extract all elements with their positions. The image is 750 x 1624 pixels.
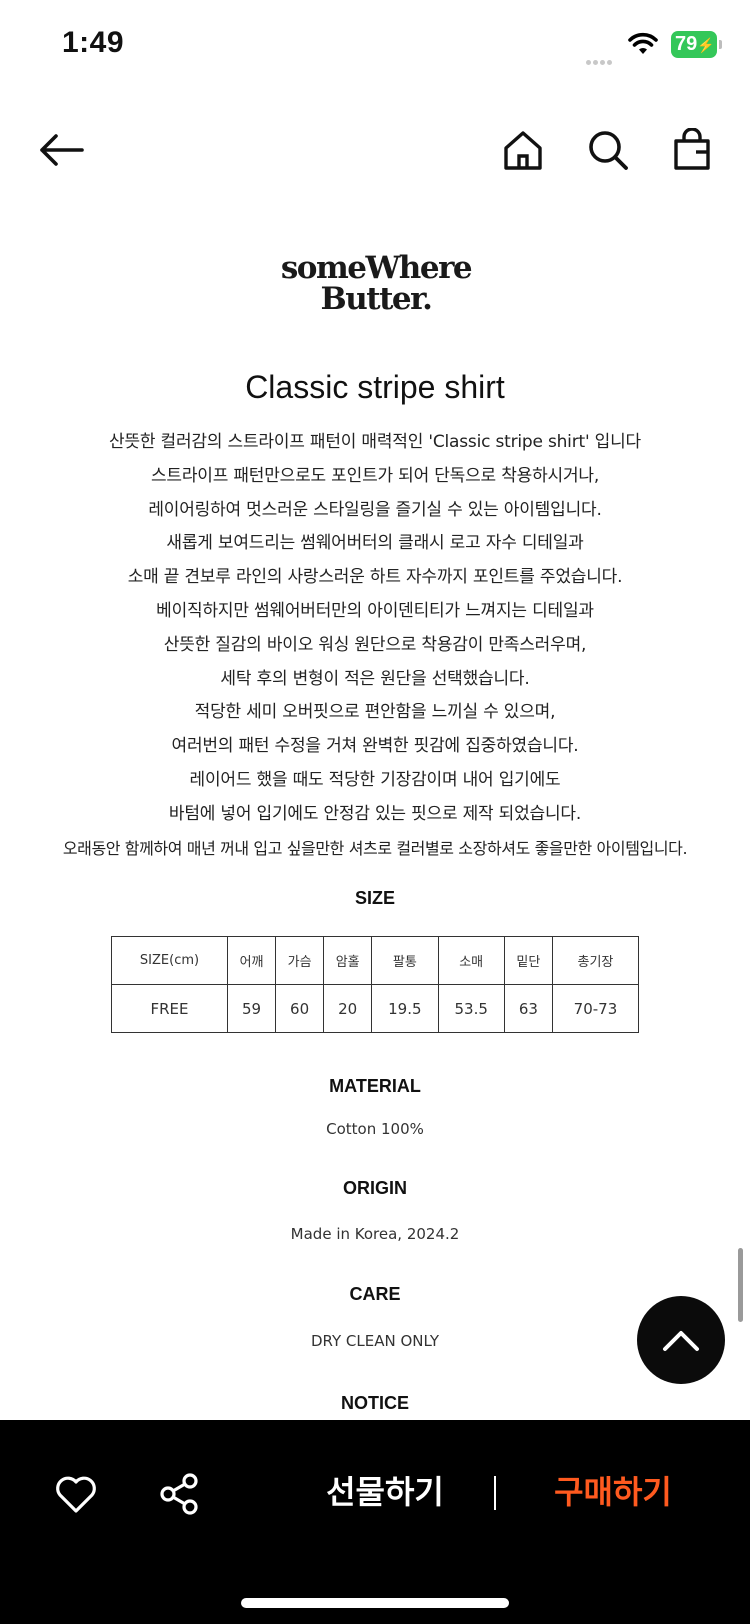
size-table-header: 암홀 [323,936,373,985]
home-icon [504,131,542,170]
description-line: 소매 끝 견보루 라인의 사랑스러운 하트 자수까지 포인트를 주었습니다. [127,567,623,588]
battery-tip [719,40,722,49]
size-table-cell: 59 [227,984,277,1033]
home-button[interactable] [493,120,553,180]
size-table-header: 팔통 [371,936,439,985]
size-table-header: 가슴 [275,936,325,985]
size-heading: SIZE [354,888,395,908]
top-nav [0,110,750,190]
share-button[interactable] [153,1468,205,1520]
origin-heading: ORIGIN [342,1178,407,1198]
size-table-cell: 53.5 [437,984,505,1033]
like-button[interactable] [50,1468,102,1520]
back-button[interactable] [32,120,92,180]
description-line: 베이직하지만 썸웨어버터만의 아이덴티티가 느껴지는 디테일과 [156,600,594,621]
size-table-cell: 70-73 [551,984,640,1033]
size-table-cell: 60 [275,984,325,1033]
back-arrow-icon [40,134,84,166]
signal-dots-icon [586,50,614,69]
care-heading: CARE [349,1284,401,1304]
size-table-cell: 20 [323,984,373,1033]
heart-icon [56,1476,96,1513]
search-button[interactable] [578,120,638,180]
material-value: Cotton 100% [326,1120,424,1138]
size-table-row: FREE 59 60 20 19.5 53.5 63 70-73 [110,984,640,1033]
description-line: 산뜻한 질감의 바이오 워싱 원단으로 착용감이 만족스러우며, [163,634,587,655]
brand-logo-line2: Butter. [320,281,433,317]
product-description: 산뜻한 컬러감의 스트라이프 패턴이 매력적인 'Classic stripe … [0,426,750,865]
description-line: 세탁 후의 변형이 적은 원단을 선택했습니다. [220,668,530,689]
size-table-header: 밑단 [503,936,553,985]
bottom-action-bar: 선물하기 구매하기 [0,1420,750,1624]
size-table-header: 소매 [437,936,505,985]
brand-logo: someWhere Butter. [270,252,482,324]
size-table-header: 총기장 [551,936,640,985]
description-line: 적당한 세미 오버핏으로 편안함을 느끼실 수 있으며, [194,702,556,723]
share-icon [160,1473,198,1515]
description-line: 레이어링하여 멋스러운 스타일링을 즐기실 수 있는 아이템입니다. [148,499,602,520]
action-divider [494,1476,496,1510]
origin-value: Made in Korea, 2024.2 [290,1225,460,1243]
size-table-header: SIZE(cm) [110,936,229,985]
chevron-up-icon [663,1331,699,1351]
notice-heading: NOTICE [340,1393,409,1413]
buy-button[interactable]: 구매하기 [528,1462,698,1522]
scroll-to-top-button[interactable] [637,1296,725,1384]
status-bar: 1:49 79⚡ [0,0,750,92]
description-line: 레이어드 했을 때도 적당한 기장감이며 내어 입기에도 [189,769,561,790]
description-line: 여러번의 패턴 수정을 거쳐 완벽한 핏감에 집중하였습니다. [171,736,579,757]
cart-button[interactable] [662,120,722,180]
home-indicator[interactable] [241,1598,509,1608]
description-line: 오래동안 함께하여 매년 꺼내 입고 싶을만한 셔츠로 컬러별로 소장하셔도 좋… [62,838,688,858]
description-line: 스트라이프 패턴만으로도 포인트가 되어 단독으로 착용하시거나, [150,465,600,486]
description-line: 산뜻한 컬러감의 스트라이프 패턴이 매력적인 'Classic stripe … [109,432,641,452]
size-table-cell: 63 [503,984,553,1033]
product-title: Classic stripe shirt [245,369,505,405]
size-table-cell: FREE [110,984,229,1033]
brand-logo-line1: someWhere [280,250,473,286]
description-line: 바텀에 넣어 입기에도 안정감 있는 핏으로 제작 되었습니다. [168,803,582,824]
size-table: SIZE(cm) 어깨 가슴 암홀 팔통 소매 밑단 총기장 FREE 59 6… [110,936,640,1033]
shopping-bag-icon [674,128,710,170]
battery-level: 79 [675,33,698,55]
battery-indicator: 79⚡ [671,31,717,58]
wifi-icon [628,32,658,54]
page-scrollbar[interactable] [738,1248,743,1322]
search-icon [589,131,628,170]
description-line: 새롭게 보여드리는 썸웨어버터의 클래시 로고 자수 디테일과 [166,533,584,554]
material-heading: MATERIAL [329,1076,421,1096]
size-table-header-row: SIZE(cm) 어깨 가슴 암홀 팔통 소매 밑단 총기장 [110,936,640,985]
status-time: 1:49 [62,26,125,59]
size-table-header: 어깨 [227,936,277,985]
gift-button[interactable]: 선물하기 [300,1462,470,1522]
size-table-cell: 19.5 [371,984,439,1033]
